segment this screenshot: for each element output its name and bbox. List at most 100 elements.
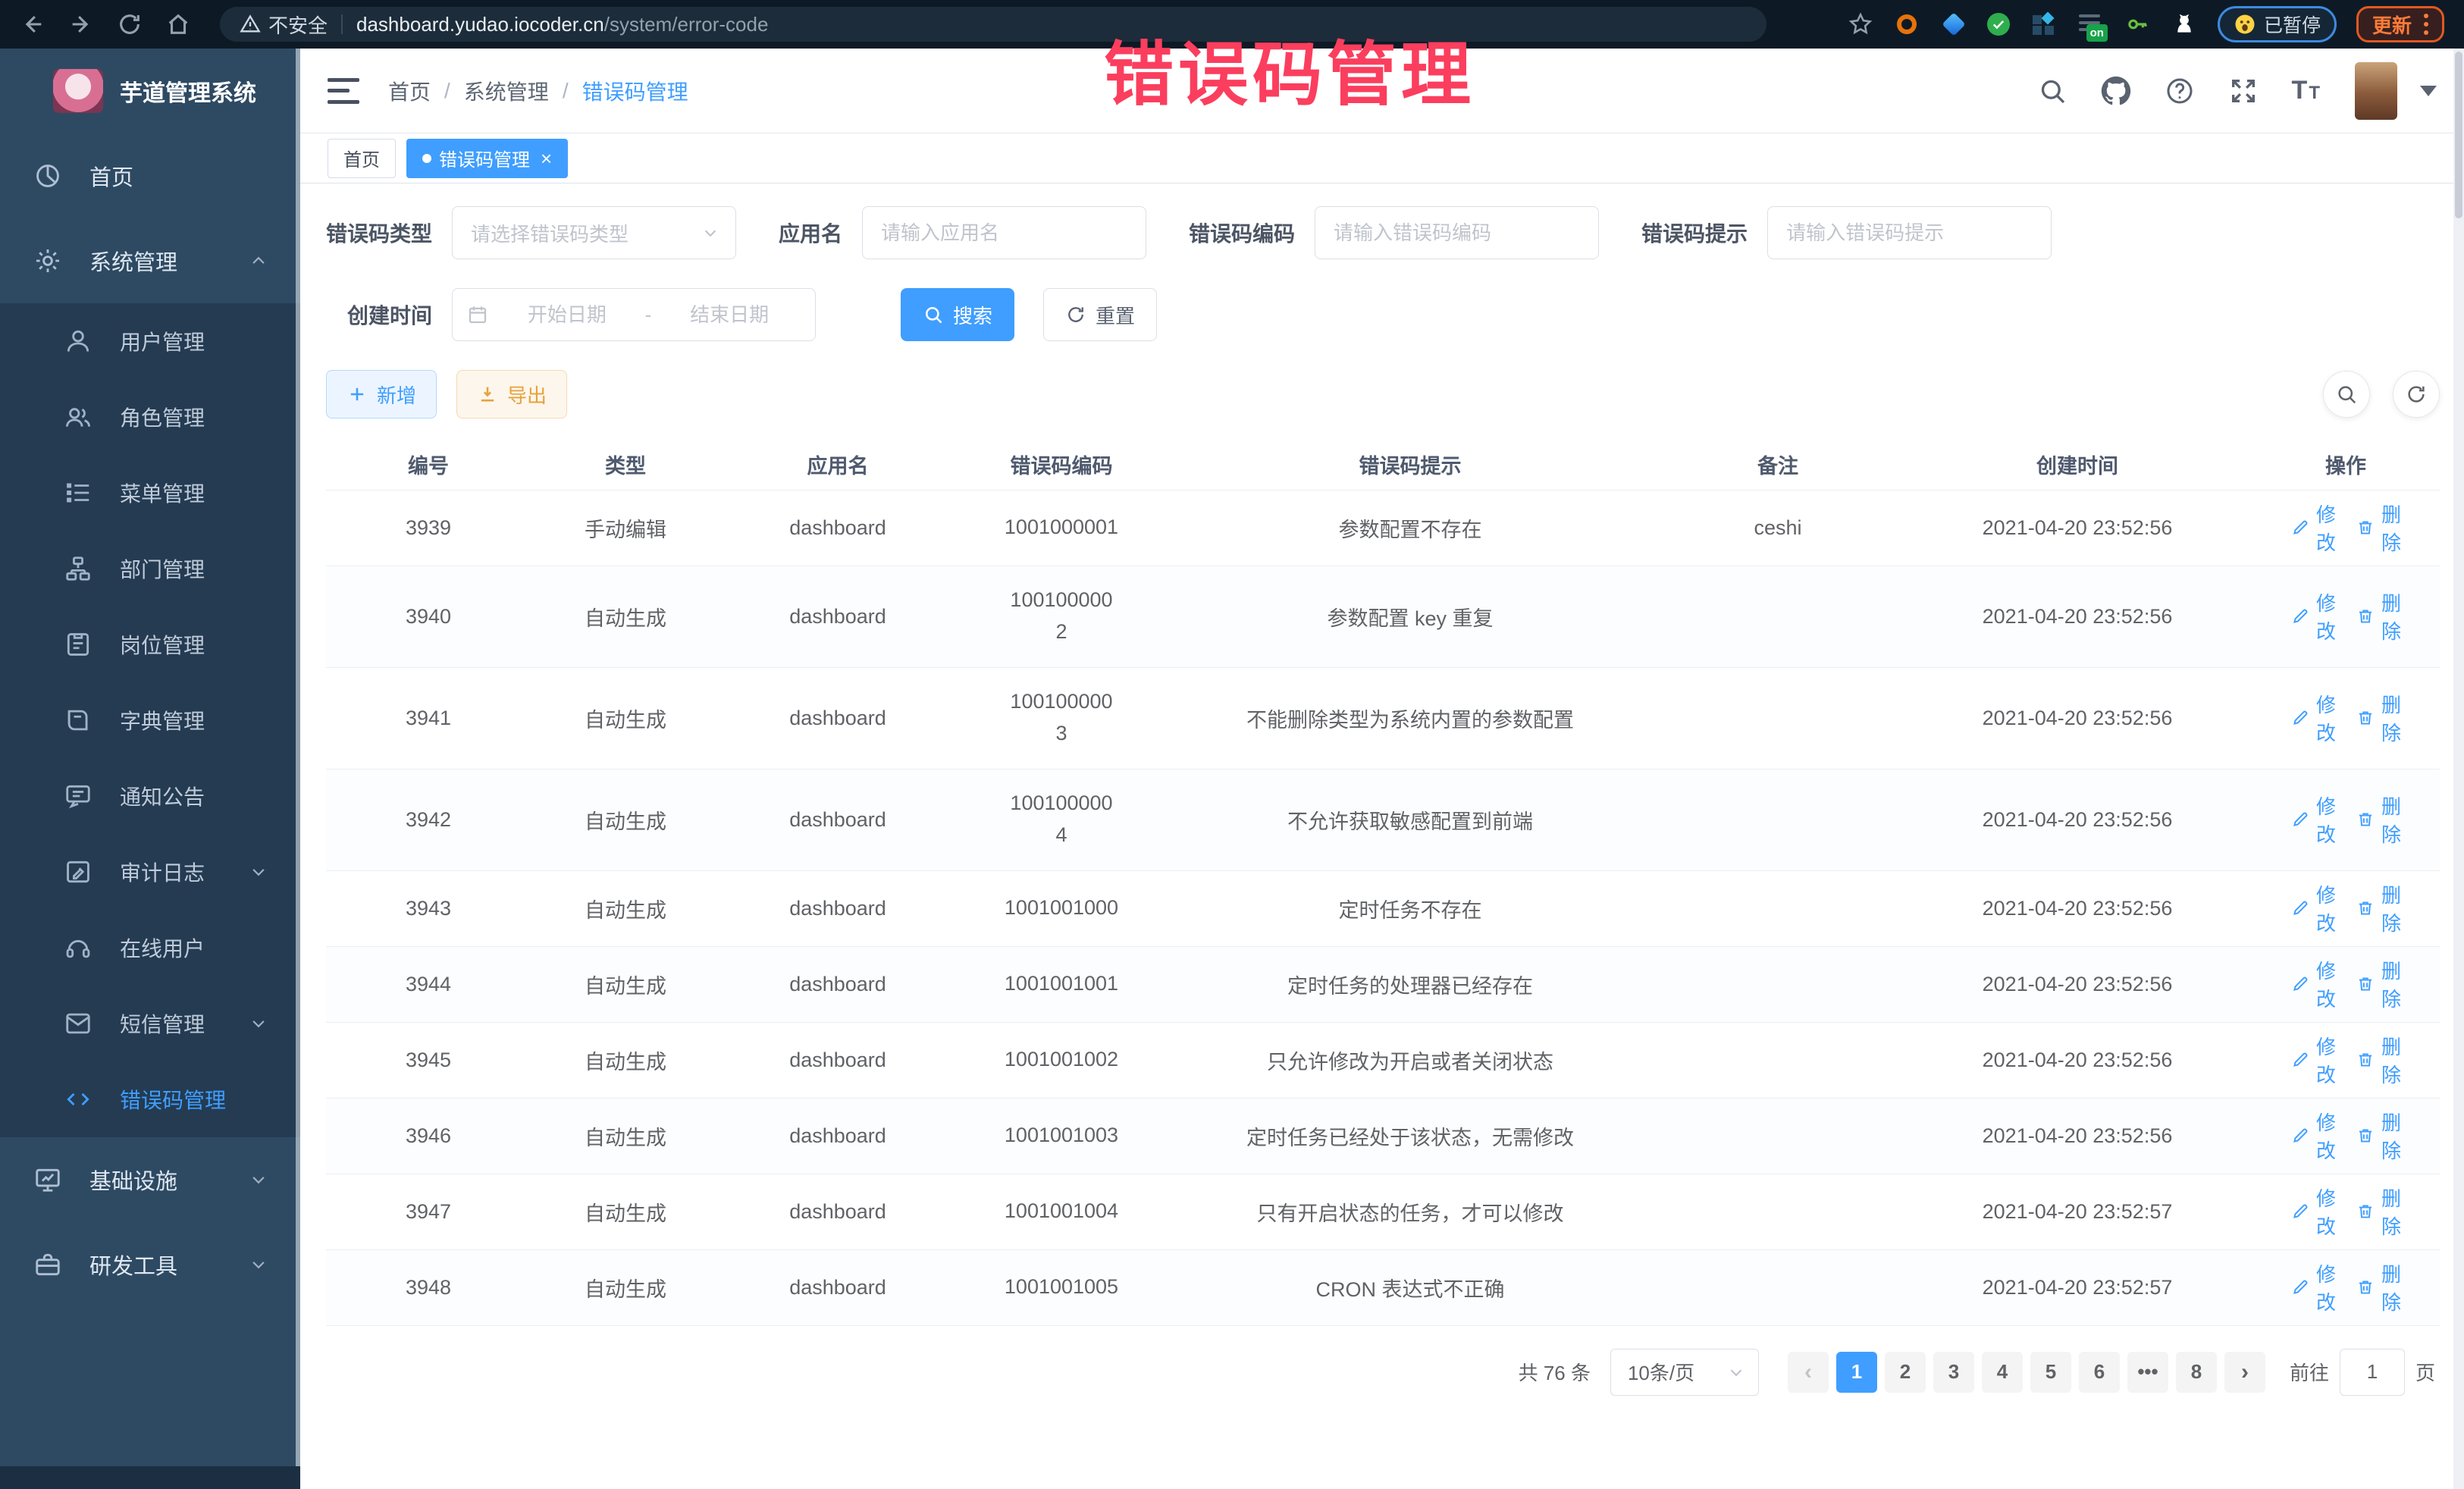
delete-link-label: 删除 bbox=[2381, 588, 2401, 644]
edit-link[interactable]: 修改 bbox=[2290, 956, 2336, 1012]
delete-link-label: 删除 bbox=[2381, 792, 2401, 848]
github-icon[interactable] bbox=[2101, 76, 2131, 106]
edit-link[interactable]: 修改 bbox=[2290, 690, 2336, 746]
edit-link[interactable]: 修改 bbox=[2290, 1108, 2336, 1164]
row-app: dashboard bbox=[720, 1098, 955, 1174]
page-button-6[interactable]: 6 bbox=[2079, 1352, 2120, 1393]
search-icon[interactable] bbox=[2037, 76, 2067, 106]
close-icon[interactable]: × bbox=[541, 149, 552, 168]
sidebar-item-user-management[interactable]: 用户管理 bbox=[0, 303, 300, 379]
delete-link[interactable]: 删除 bbox=[2356, 690, 2401, 746]
bookmark-star-icon[interactable] bbox=[1848, 11, 1873, 37]
page-button-1[interactable]: 1 bbox=[1836, 1352, 1877, 1393]
update-browser-button[interactable]: 更新 bbox=[2356, 6, 2444, 42]
extension-green-check-icon[interactable] bbox=[1987, 13, 2010, 36]
end-date-input[interactable] bbox=[657, 303, 801, 327]
delete-link[interactable]: 删除 bbox=[2356, 880, 2401, 936]
extension-tabs-on-icon[interactable]: on bbox=[2077, 11, 2104, 38]
sidebar-item-role-management[interactable]: 角色管理 bbox=[0, 379, 300, 455]
page-button-2[interactable]: 2 bbox=[1885, 1352, 1926, 1393]
edit-link[interactable]: 修改 bbox=[2290, 1259, 2336, 1315]
type-select[interactable]: 请选择错误码类型 bbox=[452, 206, 736, 259]
prev-page-button[interactable]: ‹ bbox=[1788, 1352, 1829, 1393]
sidebar-item-system-management[interactable]: 系统管理 bbox=[0, 218, 300, 303]
add-button[interactable]: 新增 bbox=[326, 370, 437, 418]
date-range-picker[interactable]: - bbox=[452, 288, 816, 341]
edit-link[interactable]: 修改 bbox=[2290, 588, 2336, 644]
extension-grid-icon[interactable] bbox=[2030, 11, 2057, 38]
goto-page-input[interactable] bbox=[2340, 1349, 2405, 1396]
delete-link[interactable]: 删除 bbox=[2356, 588, 2401, 644]
sidebar-item-post-management[interactable]: 岗位管理 bbox=[0, 607, 300, 682]
code-input[interactable] bbox=[1315, 221, 1598, 245]
home-icon[interactable] bbox=[165, 11, 191, 37]
sidebar-collapse-bar[interactable] bbox=[0, 1466, 300, 1489]
app-input[interactable] bbox=[863, 221, 1146, 245]
sidebar-item-home[interactable]: 首页 bbox=[0, 133, 300, 218]
export-button[interactable]: 导出 bbox=[456, 370, 567, 418]
delete-link[interactable]: 删除 bbox=[2356, 1183, 2401, 1240]
sidebar-item-infrastructure[interactable]: 基础设施 bbox=[0, 1137, 300, 1222]
address-bar[interactable]: 不安全 dashboard.yudao.iocoder.cn/system/er… bbox=[220, 7, 1766, 42]
delete-link[interactable]: 删除 bbox=[2356, 792, 2401, 848]
page-size-select[interactable]: 10条/页 bbox=[1610, 1349, 1759, 1396]
delete-link[interactable]: 删除 bbox=[2356, 500, 2401, 556]
sidebar-item-sms-management[interactable]: 短信管理 bbox=[0, 986, 300, 1061]
delete-link[interactable]: 删除 bbox=[2356, 1259, 2401, 1315]
breadcrumb-system[interactable]: 系统管理 bbox=[464, 76, 549, 106]
extension-gem-icon[interactable] bbox=[1940, 11, 1967, 38]
start-date-input[interactable] bbox=[495, 303, 639, 327]
extension-key-icon[interactable] bbox=[2124, 11, 2151, 38]
font-size-icon[interactable]: TT bbox=[2292, 76, 2321, 105]
row-code: 1001001003 bbox=[955, 1098, 1168, 1174]
extension-cat-icon[interactable] bbox=[2171, 11, 2198, 38]
page-button-8[interactable]: 8 bbox=[2176, 1352, 2217, 1393]
reset-button[interactable]: 重置 bbox=[1043, 288, 1157, 341]
edit-link[interactable]: 修改 bbox=[2290, 880, 2336, 936]
delete-link[interactable]: 删除 bbox=[2356, 956, 2401, 1012]
edit-link[interactable]: 修改 bbox=[2290, 1183, 2336, 1240]
delete-link[interactable]: 删除 bbox=[2356, 1108, 2401, 1164]
sidebar-item-error-code-management[interactable]: 错误码管理 bbox=[0, 1061, 300, 1137]
sidebar-toggle-icon[interactable] bbox=[328, 78, 359, 104]
page-button-5[interactable]: 5 bbox=[2030, 1352, 2071, 1393]
tab-error-code[interactable]: 错误码管理 × bbox=[406, 139, 568, 178]
edit-link[interactable]: 修改 bbox=[2290, 1032, 2336, 1088]
message-input[interactable] bbox=[1768, 221, 2051, 245]
sidebar-item-dev-tools[interactable]: 研发工具 bbox=[0, 1222, 300, 1307]
fullscreen-icon[interactable] bbox=[2228, 76, 2259, 106]
page-scrollbar[interactable] bbox=[2453, 49, 2464, 1489]
forward-icon[interactable] bbox=[68, 11, 94, 37]
security-warning[interactable]: 不安全 bbox=[240, 11, 328, 39]
refresh-table-button[interactable] bbox=[2393, 371, 2440, 418]
profile-paused-badge[interactable]: 已暂停 bbox=[2218, 6, 2337, 42]
browser-menu-icon[interactable] bbox=[2424, 14, 2428, 35]
sidebar-item-notice-announcement[interactable]: 通知公告 bbox=[0, 758, 300, 834]
chevron-down-icon[interactable] bbox=[2420, 86, 2437, 96]
sidebar-item-label: 通知公告 bbox=[120, 781, 270, 811]
help-icon[interactable] bbox=[2165, 76, 2195, 106]
next-page-button[interactable]: › bbox=[2224, 1352, 2265, 1393]
user-avatar[interactable] bbox=[2355, 62, 2397, 120]
tab-home[interactable]: 首页 bbox=[328, 139, 396, 178]
page-ellipsis-button[interactable]: ••• bbox=[2127, 1352, 2168, 1393]
sidebar-item-label: 菜单管理 bbox=[120, 478, 270, 508]
sidebar-item-audit-log[interactable]: 审计日志 bbox=[0, 834, 300, 910]
sidebar-item-dept-management[interactable]: 部门管理 bbox=[0, 531, 300, 607]
sidebar-item-dict-management[interactable]: 字典管理 bbox=[0, 682, 300, 758]
page-button-3[interactable]: 3 bbox=[1933, 1352, 1974, 1393]
row-code: 1001001005 bbox=[955, 1249, 1168, 1325]
toggle-search-button[interactable] bbox=[2323, 371, 2370, 418]
edit-link[interactable]: 修改 bbox=[2290, 792, 2336, 848]
breadcrumb-home[interactable]: 首页 bbox=[388, 76, 431, 106]
page-button-4[interactable]: 4 bbox=[1982, 1352, 2023, 1393]
sidebar-item-online-users[interactable]: 在线用户 bbox=[0, 910, 300, 986]
search-button[interactable]: 搜索 bbox=[901, 288, 1014, 341]
reload-icon[interactable] bbox=[117, 11, 143, 37]
extension-orange-ring-icon[interactable] bbox=[1893, 11, 1920, 38]
delete-link[interactable]: 删除 bbox=[2356, 1032, 2401, 1088]
edit-link[interactable]: 修改 bbox=[2290, 500, 2336, 556]
app-logo[interactable]: 芋道管理系统 bbox=[0, 49, 300, 133]
back-icon[interactable] bbox=[20, 11, 45, 37]
sidebar-item-menu-management[interactable]: 菜单管理 bbox=[0, 455, 300, 531]
